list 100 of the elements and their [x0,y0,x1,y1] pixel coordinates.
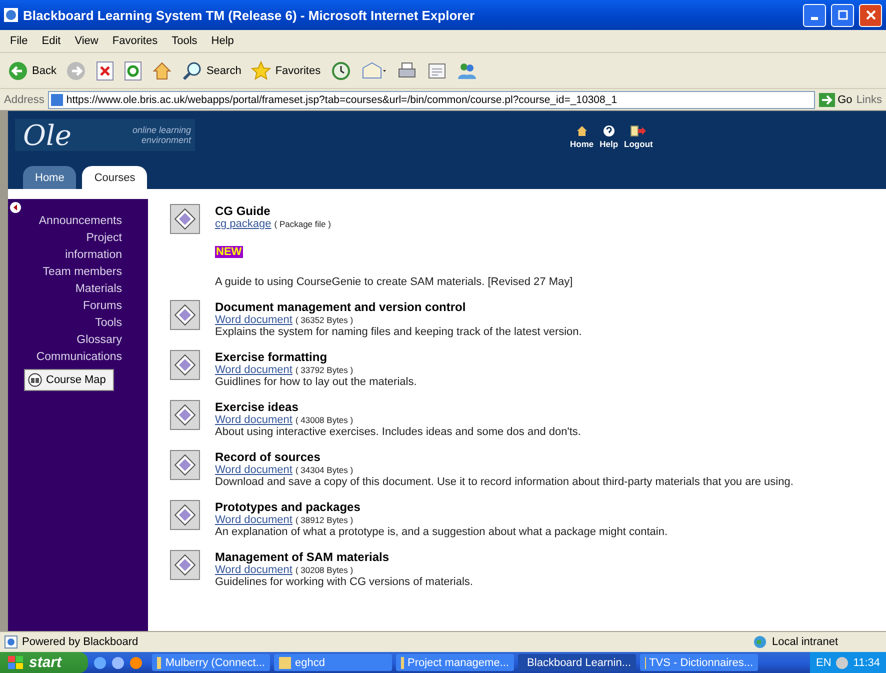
door-icon [630,125,646,137]
toolbar-button[interactable]: Back [6,58,58,82]
window-icon [157,656,162,668]
package-icon [170,204,200,234]
sidebar-item[interactable]: Announcements [32,213,122,230]
go-button[interactable]: Go [818,92,852,106]
nav-link[interactable]: Help [600,125,618,149]
minimize-button[interactable] [803,4,826,26]
menu-item[interactable]: Tools [166,33,204,49]
sidebar-item[interactable]: Project information [32,230,122,264]
file-info: ( Package file ) [274,219,331,229]
item-title: Exercise ideas [215,400,300,414]
window-icon [279,656,291,668]
links-label[interactable]: Links [856,94,882,106]
taskbar-button[interactable]: TVS - Dictionnaires... [640,654,758,671]
sidebar-item[interactable]: Materials [32,281,122,298]
toolbar-button[interactable]: Favorites [249,58,323,82]
item-title: Management of SAM materials [215,550,390,564]
menu-item[interactable]: Favorites [106,33,164,49]
collapse-icon[interactable] [10,202,21,213]
package-icon [170,400,200,430]
people-icon [456,60,477,80]
file-link[interactable]: Word document [215,564,292,576]
course-map-button[interactable]: Course Map [24,369,114,391]
sidebar-item[interactable]: Communications [32,349,122,366]
item-description: Explains the system for naming files and keeping track of the latest version. [215,326,582,338]
nav-link[interactable]: Logout [624,125,653,149]
menu-item[interactable]: View [68,33,104,49]
document-icon [426,60,447,80]
file-link[interactable]: Word document [215,364,292,376]
menu-item[interactable]: Help [205,33,240,49]
home-icon [152,60,172,80]
address-field[interactable]: https://www.ole.bris.ac.uk/webapps/portal/frameset.jsp?tab=courses&url=/bin/common/course.pl?course_id=_10308_1 [48,90,815,108]
start-button[interactable]: start [0,652,88,673]
file-link[interactable]: Word document [215,514,292,526]
package-icon [170,500,200,530]
item-title: Exercise formatting [215,350,328,364]
item-title: Document management and version control [215,300,467,314]
window-title: Blackboard Learning System TM (Release 6) - Microsoft Internet Explorer [23,8,476,22]
item-description: An explanation of what a prototype is, and a suggestion about what a package might contain. [215,526,668,538]
star-icon [251,60,272,80]
toolbar-button[interactable] [122,58,144,82]
menu-item[interactable]: Edit [36,33,67,49]
search-icon [182,60,202,80]
tray-icon [835,656,850,670]
sidebar-item[interactable]: Tools [32,315,122,332]
new-label: NEW [215,246,243,258]
tab[interactable]: Courses [82,166,148,189]
tab[interactable]: Home [23,166,76,189]
taskbar-button[interactable]: Mulberry (Connect... [152,654,270,671]
item-description: A guide to using CourseGenie to create SAM materials. [Revised 27 May] [215,276,573,288]
item-description: Guidlines for how to lay out the materials. [215,376,417,388]
nav-link[interactable]: Home [570,125,594,149]
taskbar-button[interactable]: Project manageme... [396,654,514,671]
package-icon [170,550,200,580]
file-link[interactable]: Word document [215,414,292,426]
maximize-icon [838,10,848,20]
mail-icon [360,60,387,80]
forward-icon [66,60,86,80]
item-description: Download and save a copy of this document. Use it to record information about third-party materials that you are using. [215,476,794,488]
logo: Ole online learning environment [15,119,195,151]
item-description: About using interactive exercises. Includes ideas and some dos and don'ts. [215,426,581,438]
printer-icon [396,60,417,80]
help-icon [602,125,615,137]
toolbar-button[interactable]: Search [180,58,244,82]
file-link[interactable]: cg package [215,218,272,230]
item-description: Guidelines for working with CG versions of materials. [215,576,473,588]
file-link[interactable]: Word document [215,464,292,476]
browser-icon [4,8,18,22]
refresh-icon [124,60,142,80]
stop-icon [96,60,114,80]
taskbar-button[interactable]: eghcd [274,654,392,671]
package-icon [170,350,200,380]
sidebar-item[interactable]: Forums [32,298,122,315]
package-icon [170,300,200,330]
page-icon [51,94,64,106]
file-info: ( 38912 Bytes ) [295,515,354,525]
file-info: ( 30208 Bytes ) [295,565,354,575]
package-icon [170,450,200,480]
sidebar-item[interactable]: Glossary [32,332,122,349]
zone-text: Local intranet [772,636,840,648]
file-link[interactable]: Word document [215,314,292,326]
menu-item[interactable]: File [4,33,34,49]
file-info: ( 36352 Bytes ) [295,315,354,325]
history-icon [330,60,351,80]
file-info: ( 43008 Bytes ) [295,415,354,425]
toolbar-button[interactable] [94,58,116,82]
status-text: Powered by Blackboard [22,636,138,648]
file-info: ( 34304 Bytes ) [295,465,354,475]
close-icon [866,10,876,20]
book-icon [28,373,42,387]
home-icon [576,125,588,137]
arrow-icon [818,92,835,106]
maximize-button[interactable] [831,4,854,26]
sidebar-item[interactable]: Team members [32,264,122,281]
item-title: Prototypes and packages [215,500,362,514]
taskbar-button[interactable]: Blackboard Learnin... [518,654,636,671]
address-label: Address [4,94,44,106]
file-info: ( 33792 Bytes ) [295,365,354,375]
close-button[interactable] [859,4,882,26]
